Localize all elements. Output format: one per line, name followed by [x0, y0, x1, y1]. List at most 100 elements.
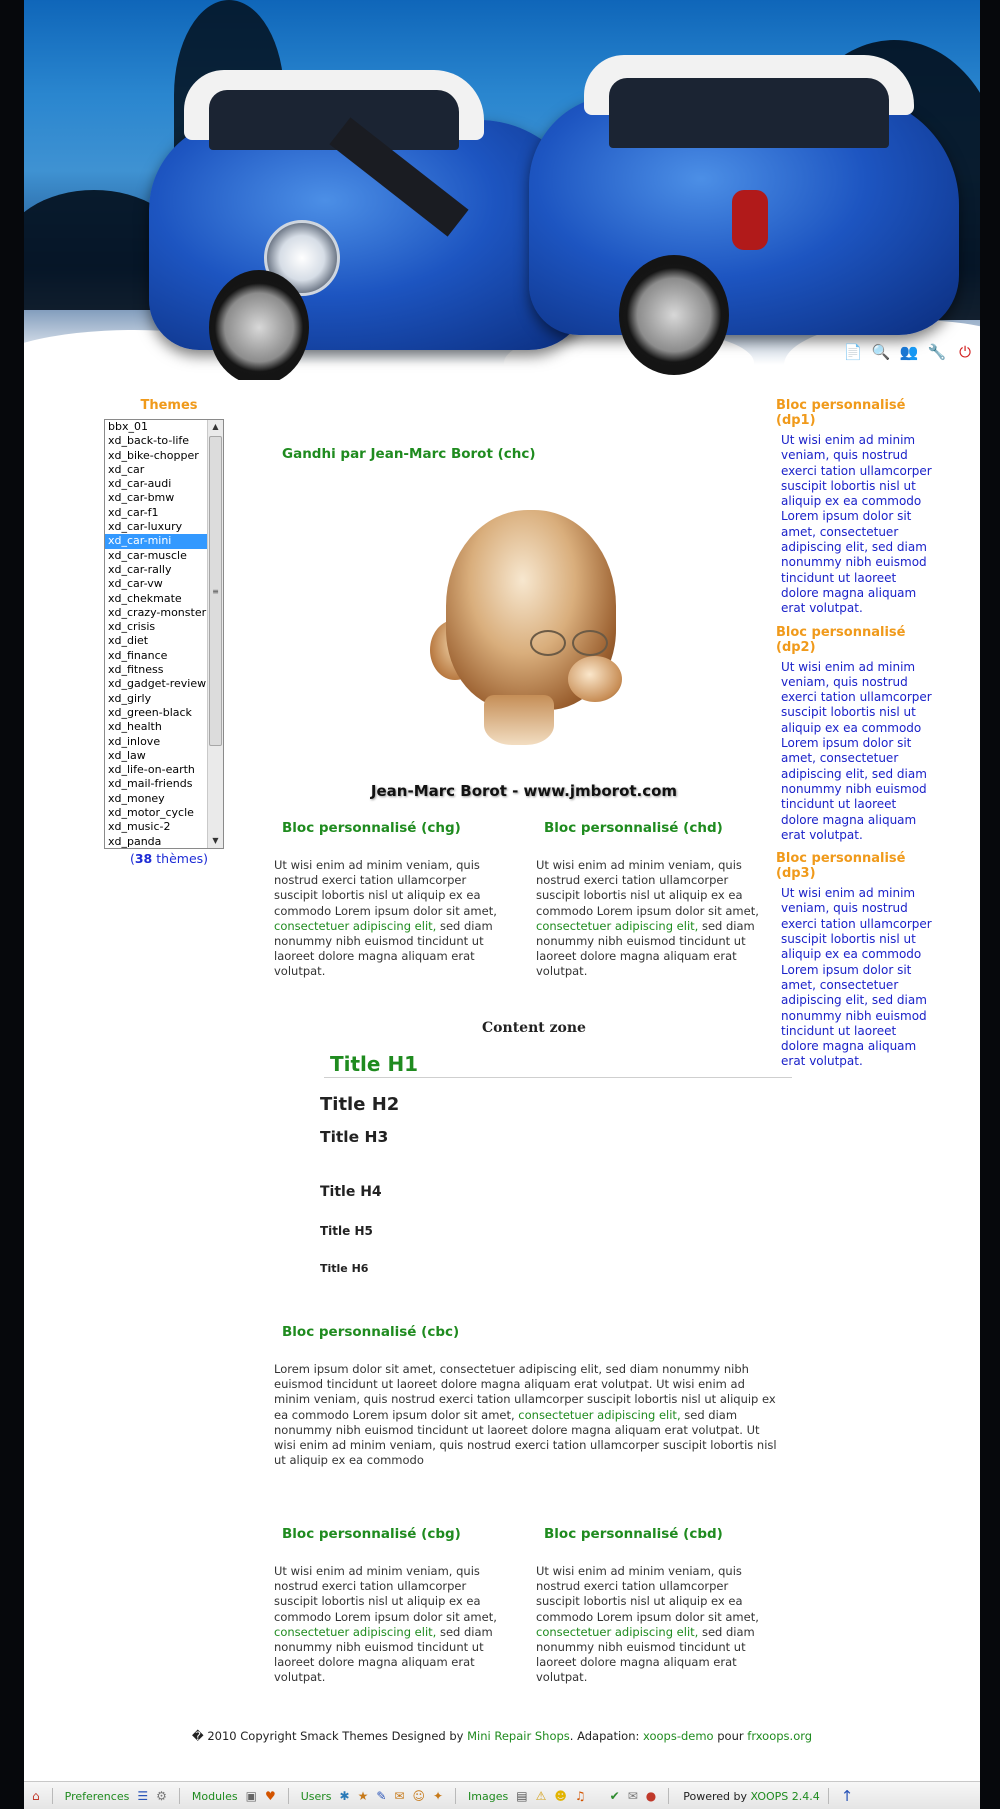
title-h4: Title H4	[320, 1184, 382, 1200]
user-avatar-icon[interactable]: ☺	[412, 1789, 425, 1803]
smiley-icon[interactable]: ☻	[554, 1789, 567, 1803]
search-icon[interactable]: 🔍	[870, 341, 892, 363]
title-h1: Title H1	[324, 1052, 792, 1078]
arrow-up-icon[interactable]: ↑	[841, 1787, 854, 1805]
users-icon[interactable]: 👥	[898, 341, 920, 363]
title-h2: Title H2	[320, 1094, 400, 1115]
gear-icon[interactable]: ⚙	[156, 1789, 167, 1803]
footer-designer-link[interactable]: Mini Repair Shops	[467, 1729, 570, 1743]
images-link[interactable]: Images	[468, 1790, 508, 1803]
theme-option[interactable]: xd_health	[105, 720, 223, 734]
users-link[interactable]: Users	[301, 1790, 332, 1803]
theme-option[interactable]: xd_mail-friends	[105, 777, 223, 791]
block-dp1-title: Bloc personnalisé (dp1)	[776, 398, 906, 428]
warning-icon[interactable]: ⚠	[536, 1789, 547, 1803]
theme-option[interactable]: xd_diet	[105, 634, 223, 648]
check-icon[interactable]: ✔	[610, 1789, 620, 1803]
title-h5: Title H5	[320, 1224, 373, 1238]
theme-option[interactable]: xd_life-on-earth	[105, 763, 223, 777]
scroll-down-icon[interactable]: ▼	[208, 834, 223, 848]
xoops-link[interactable]: XOOPS 2.4.4	[751, 1790, 820, 1803]
theme-option[interactable]: bbx_01	[105, 420, 223, 434]
theme-option[interactable]: xd_back-to-life	[105, 434, 223, 448]
image-manager-icon[interactable]: ▤	[516, 1789, 527, 1803]
theme-option[interactable]: xd_gadget-review	[105, 677, 223, 691]
scroll-thumb[interactable]: ≡	[209, 436, 222, 746]
theme-option[interactable]: xd_chekmate	[105, 592, 223, 606]
module-box-icon[interactable]: ▣	[246, 1789, 257, 1803]
tools-icon[interactable]: 🔧	[926, 341, 948, 363]
theme-option[interactable]: xd_car-audi	[105, 477, 223, 491]
theme-option[interactable]: xd_car-mini	[105, 534, 223, 549]
theme-option[interactable]: xd_music-2	[105, 820, 223, 834]
theme-option[interactable]: xd_car-luxury	[105, 520, 223, 534]
block-cbc-title: Bloc personnalisé (cbc)	[282, 1324, 460, 1340]
theme-list-scrollbar[interactable]: ▲ ≡ ▼	[207, 420, 223, 848]
block-dp3-text: Ut wisi enim ad minim veniam, quis nostr…	[781, 886, 932, 1069]
theme-option[interactable]: xd_bike-chopper	[105, 449, 223, 463]
page: 📄 🔍 👥 🔧 ⏻ Themes bbx_01 xd_back-to-life xd…	[24, 0, 980, 1809]
footer-copyright: � 2010 Copyright Smack Themes Designed b…	[191, 1729, 813, 1743]
theme-option[interactable]: xd_crisis	[105, 620, 223, 634]
themes-title: Themes	[140, 398, 198, 413]
block-chd-link[interactable]: consectetuer adipiscing elit,	[536, 919, 698, 933]
home-icon[interactable]: ⌂	[32, 1789, 40, 1803]
block-cbd-link[interactable]: consectetuer adipiscing elit,	[536, 1625, 698, 1639]
theme-option[interactable]: xd_money	[105, 792, 223, 806]
stop-icon[interactable]: ●	[646, 1789, 656, 1803]
theme-option[interactable]: xd_fitness	[105, 663, 223, 677]
theme-option[interactable]: xd_motor_cycle	[105, 806, 223, 820]
mail-icon[interactable]: ✉	[628, 1789, 638, 1803]
block-chd: Bloc personnalisé (chd) Ut wisi enim ad …	[536, 820, 768, 980]
theme-option[interactable]: xd_inlove	[105, 735, 223, 749]
module-heart-icon[interactable]: ♥	[265, 1789, 276, 1803]
block-cbd-text: Ut wisi enim ad minim veniam, quis nostr…	[536, 1564, 759, 1685]
theme-option[interactable]: xd_girly	[105, 692, 223, 706]
themes-block: Themes bbx_01 xd_back-to-life xd_bike-chop…	[84, 398, 254, 866]
block-cbc: Bloc personnalisé (cbc) Lorem ipsum dolo…	[274, 1324, 784, 1468]
scroll-up-icon[interactable]: ▲	[208, 420, 223, 434]
user-mail-icon[interactable]: ✉	[394, 1789, 404, 1803]
theme-option[interactable]: xd_car	[105, 463, 223, 477]
block-dp2: Bloc personnalisé (dp2) Ut wisi enim ad …	[776, 625, 936, 844]
user-group-icon[interactable]: ✱	[340, 1789, 350, 1803]
theme-select-list[interactable]: bbx_01 xd_back-to-life xd_bike-chopper xd_c…	[104, 419, 224, 849]
block-dp1-text: Ut wisi enim ad minim veniam, quis nostr…	[781, 433, 932, 616]
block-cbg-text: Ut wisi enim ad minim veniam, quis nostr…	[274, 1564, 497, 1685]
user-edit-icon[interactable]: ✎	[376, 1789, 386, 1803]
power-icon[interactable]: ⏻	[954, 341, 976, 363]
block-dp1: Bloc personnalisé (dp1) Ut wisi enim ad …	[776, 398, 936, 617]
block-cbg-link[interactable]: consectetuer adipiscing elit,	[274, 1625, 436, 1639]
theme-option[interactable]: xd_car-f1	[105, 506, 223, 520]
modules-link[interactable]: Modules	[192, 1790, 238, 1803]
list-icon[interactable]: ☰	[137, 1789, 148, 1803]
user-comment-icon[interactable]: ✦	[433, 1789, 443, 1803]
gandhi-caricature-image: Jean-Marc Borot - www.jmborot.com	[334, 480, 714, 800]
admin-toolbar: 📄 🔍 👥 🔧 ⏻	[826, 338, 980, 366]
block-cbd: Bloc personnalisé (cbd) Ut wisi enim ad …	[536, 1526, 768, 1686]
theme-option[interactable]: xd_law	[105, 749, 223, 763]
block-chd-text: Ut wisi enim ad minim veniam, quis nostr…	[536, 858, 759, 979]
theme-option[interactable]: xd_finance	[105, 649, 223, 663]
preferences-link[interactable]: Preferences	[65, 1790, 130, 1803]
theme-option[interactable]: xd_crazy-monster	[105, 606, 223, 620]
user-rank-icon[interactable]: ★	[358, 1789, 369, 1803]
theme-option[interactable]: xd_green-black	[105, 706, 223, 720]
theme-option[interactable]: xd_panda	[105, 835, 223, 848]
block-chg-title: Bloc personnalisé (chg)	[282, 820, 461, 836]
header-banner: 📄 🔍 👥 🔧 ⏻	[24, 0, 980, 380]
theme-count: (38 thèmes)	[129, 851, 209, 866]
bell-icon[interactable]: ♫	[575, 1789, 586, 1803]
block-chg-link[interactable]: consectetuer adipiscing elit,	[274, 919, 436, 933]
block-cbg-title: Bloc personnalisé (cbg)	[282, 1526, 461, 1542]
footer-site-link[interactable]: frxoops.org	[747, 1729, 812, 1743]
image-caption: Jean-Marc Borot - www.jmborot.com	[370, 782, 678, 800]
document-icon[interactable]: 📄	[842, 341, 864, 363]
theme-option[interactable]: xd_car-bmw	[105, 491, 223, 505]
footer-adapter-link[interactable]: xoops-demo	[643, 1729, 714, 1743]
block-dp2-text: Ut wisi enim ad minim veniam, quis nostr…	[781, 659, 932, 842]
block-cbc-link[interactable]: consectetuer adipiscing elit,	[518, 1408, 680, 1422]
theme-option[interactable]: xd_car-vw	[105, 577, 223, 591]
theme-option[interactable]: xd_car-muscle	[105, 549, 223, 563]
theme-option[interactable]: xd_car-rally	[105, 563, 223, 577]
